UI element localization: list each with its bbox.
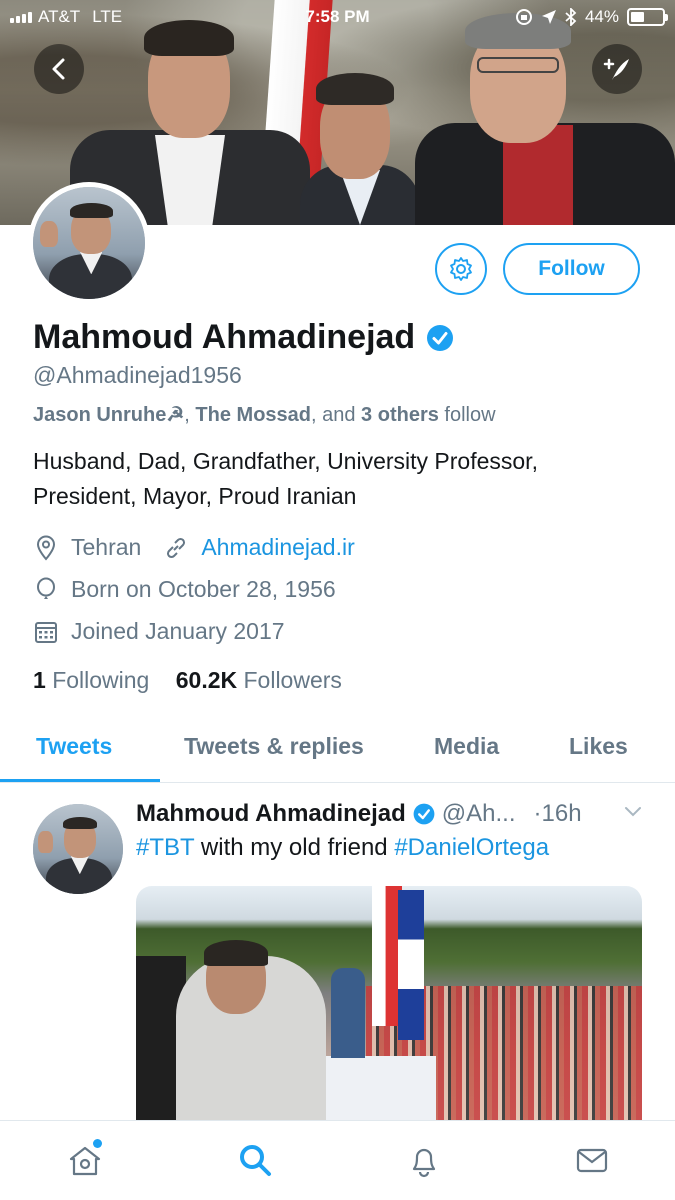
tweet-avatar-photo — [33, 804, 123, 894]
profile-location: Tehran — [71, 534, 142, 560]
tab-media[interactable]: Media — [434, 733, 499, 760]
location-pin-icon — [33, 535, 59, 561]
tab-likes[interactable]: Likes — [569, 733, 628, 760]
bluetooth-icon — [565, 8, 577, 26]
balloon-icon — [33, 577, 59, 603]
profile-tabs: Tweets Tweets & replies Media Likes — [0, 725, 675, 783]
photo-flag-nicaragua — [398, 890, 424, 1040]
bottom-tab-bar — [0, 1120, 675, 1200]
tweet-avatar[interactable] — [33, 804, 123, 894]
verified-badge-icon — [413, 803, 435, 825]
banner-person-middle — [300, 65, 420, 225]
profile-avatar[interactable] — [28, 182, 150, 304]
following-count: 1 — [33, 667, 46, 693]
followed-by-separator: , — [184, 404, 196, 426]
status-right: 44% — [515, 7, 668, 27]
notifications-tab[interactable] — [401, 1137, 447, 1183]
avatar-photo — [33, 187, 145, 299]
notification-dot — [93, 1139, 102, 1148]
tab-tweets[interactable]: Tweets — [36, 733, 112, 760]
compose-tweet-button[interactable] — [592, 44, 642, 94]
compose-tweet-icon — [603, 58, 629, 80]
tweet-photo[interactable] — [136, 886, 642, 1124]
profile-meta-location-row: Tehran Ahmadinejad.ir — [33, 534, 355, 561]
follower-name-2[interactable]: The Mossad — [195, 404, 311, 426]
battery-icon — [627, 8, 668, 26]
chevron-left-icon — [52, 58, 65, 80]
following-label: Following — [52, 667, 150, 693]
followers-count: 60.2K — [175, 667, 238, 693]
battery-percent: 44% — [584, 7, 619, 26]
followers-label: Followers — [243, 667, 342, 693]
photo-person-hair — [204, 940, 268, 966]
tweet-text-body: with my old friend — [194, 834, 395, 861]
follow-button[interactable]: Follow — [503, 243, 640, 295]
chevron-down-icon — [625, 807, 641, 817]
tweet-header: Mahmoud Ahmadinejad @Ah... ·16h — [136, 800, 582, 828]
profile-website-link[interactable]: Ahmadinejad.ir — [201, 534, 354, 561]
followed-by[interactable]: Jason Unruhe☭, The Mossad, and 3 others … — [33, 402, 496, 427]
profile-settings-button[interactable] — [435, 243, 487, 295]
notifications-icon — [412, 1148, 436, 1178]
profile-name-row: Mahmoud Ahmadinejad — [33, 318, 455, 357]
profile-birthday: Born on October 28, 1956 — [71, 576, 336, 602]
tweet-menu-button[interactable] — [623, 804, 643, 825]
search-icon — [240, 1145, 271, 1176]
tweet[interactable]: Mahmoud Ahmadinejad @Ah... ·16h #TBT wit… — [0, 784, 675, 1124]
hashtag[interactable]: #DanielOrtega — [394, 834, 549, 861]
profile-bio: Husband, Dad, Grandfather, University Pr… — [33, 448, 538, 509]
status-bar: AT&T LTE 7:58 PM 44% — [0, 0, 675, 36]
active-tab-indicator — [0, 779, 160, 782]
hashtag[interactable]: #TBT — [136, 834, 194, 861]
tweet-author-handle: @Ah... — [441, 800, 516, 827]
followers-others[interactable]: 3 others — [361, 404, 439, 426]
location-icon — [541, 10, 556, 24]
follow-counts: 1 Following 60.2K Followers — [33, 667, 342, 694]
profile-handle: @Ahmadinejad1956 — [33, 362, 242, 388]
link-icon — [163, 535, 189, 561]
gear-icon — [450, 257, 472, 281]
following-count-link[interactable]: 1 Following — [33, 667, 149, 693]
profile-meta-joined-row: Joined January 2017 — [33, 618, 285, 645]
messages-tab[interactable] — [569, 1137, 615, 1183]
followers-count-link[interactable]: 60.2K Followers — [176, 667, 342, 693]
followed-by-separator: , and — [311, 404, 362, 426]
tab-tweets-and-replies[interactable]: Tweets & replies — [184, 733, 364, 760]
follower-name-1[interactable]: Jason Unruhe☭ — [33, 404, 184, 426]
profile-meta-birthday-row: Born on October 28, 1956 — [33, 576, 336, 603]
banner-person-right — [415, 5, 675, 225]
photo-person — [331, 968, 365, 1058]
messages-icon — [576, 1148, 608, 1173]
profile-joined: Joined January 2017 — [71, 618, 285, 644]
back-button[interactable] — [34, 44, 84, 94]
calendar-icon — [33, 619, 59, 645]
tweet-text: #TBT with my old friend #DanielOrtega — [136, 834, 549, 862]
search-tab[interactable] — [232, 1137, 278, 1183]
verified-badge-icon — [427, 324, 454, 351]
profile-name: Mahmoud Ahmadinejad — [33, 318, 416, 356]
home-tab[interactable] — [62, 1137, 108, 1183]
orientation-lock-icon — [515, 9, 532, 25]
tweet-author-name[interactable]: Mahmoud Ahmadinejad — [136, 800, 406, 828]
tweet-timestamp: ·16h — [533, 800, 582, 827]
followed-by-suffix: follow — [438, 404, 496, 426]
